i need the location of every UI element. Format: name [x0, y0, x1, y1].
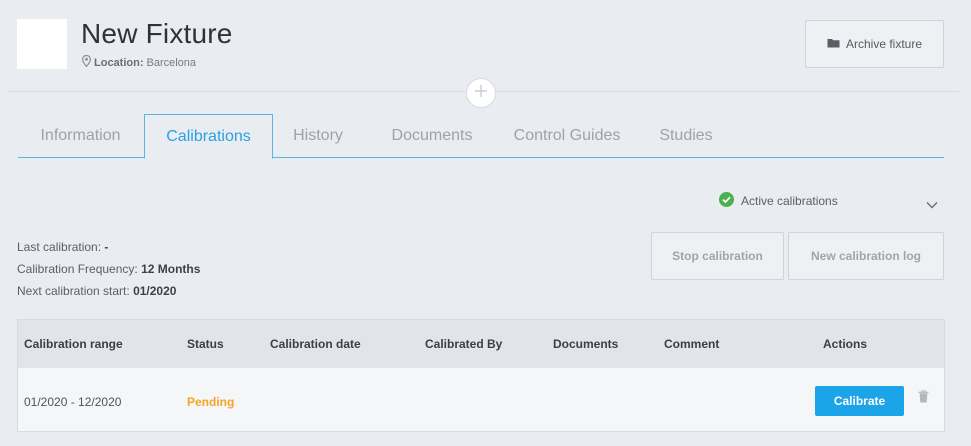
tab-calibrations[interactable]: Calibrations	[144, 114, 273, 159]
status-badge: Pending	[187, 395, 235, 409]
calibration-info: Last calibration: - Calibration Frequenc…	[17, 236, 200, 302]
column-comment[interactable]: Comment	[664, 337, 719, 351]
last-calibration: Last calibration: -	[17, 236, 200, 258]
tab-documents[interactable]: Documents	[380, 114, 484, 158]
active-calibrations-filter[interactable]: Active calibrations	[719, 192, 838, 210]
next-calibration-label: Next calibration start:	[17, 284, 130, 298]
calibration-frequency-label: Calibration Frequency:	[17, 262, 138, 276]
check-circle-icon	[719, 192, 734, 210]
add-button[interactable]	[466, 78, 496, 108]
location-pin-icon	[81, 54, 92, 70]
table-header: Calibration range Status Calibration dat…	[18, 320, 944, 368]
tab-studies[interactable]: Studies	[650, 114, 722, 158]
new-calibration-log-button[interactable]: New calibration log	[788, 232, 944, 280]
archive-fixture-button[interactable]: Archive fixture	[805, 20, 944, 68]
column-calibrated-by[interactable]: Calibrated By	[425, 337, 502, 351]
column-actions: Actions	[823, 337, 868, 351]
calibrate-button[interactable]: Calibrate	[815, 386, 904, 416]
next-calibration-value: 01/2020	[133, 284, 177, 298]
column-documents[interactable]: Documents	[553, 337, 618, 351]
calibrations-table: Calibration range Status Calibration dat…	[17, 319, 945, 432]
tab-control-guides[interactable]: Control Guides	[506, 114, 628, 158]
tab-history[interactable]: History	[280, 114, 356, 158]
cell-calibration-range: 01/2020 - 12/2020	[24, 395, 122, 409]
column-calibration-date[interactable]: Calibration date	[270, 337, 361, 351]
location-value: Barcelona	[146, 56, 197, 69]
column-calibration-range[interactable]: Calibration range	[24, 337, 123, 351]
next-calibration-start: Next calibration start: 01/2020	[17, 280, 200, 302]
folder-icon	[827, 37, 840, 51]
location-line: Location: Barcelona	[81, 54, 197, 70]
active-calibrations-label: Active calibrations	[741, 194, 838, 208]
archive-fixture-label: Archive fixture	[845, 37, 923, 51]
last-calibration-value: -	[104, 240, 109, 254]
plus-icon	[474, 84, 488, 103]
calibration-frequency-value: 12 Months	[141, 262, 201, 276]
column-status[interactable]: Status	[187, 337, 224, 351]
tab-bar: Information Calibrations History Documen…	[18, 114, 944, 159]
page-title: New Fixture	[81, 18, 233, 49]
fixture-image-placeholder[interactable]	[17, 19, 67, 69]
tab-information[interactable]: Information	[18, 114, 143, 158]
stop-calibration-button[interactable]: Stop calibration	[651, 232, 784, 280]
location-label: Location:	[94, 56, 144, 69]
last-calibration-label: Last calibration:	[17, 240, 102, 254]
chevron-down-icon[interactable]	[926, 196, 938, 214]
trash-icon[interactable]	[918, 390, 929, 408]
calibration-frequency: Calibration Frequency: 12 Months	[17, 258, 200, 280]
